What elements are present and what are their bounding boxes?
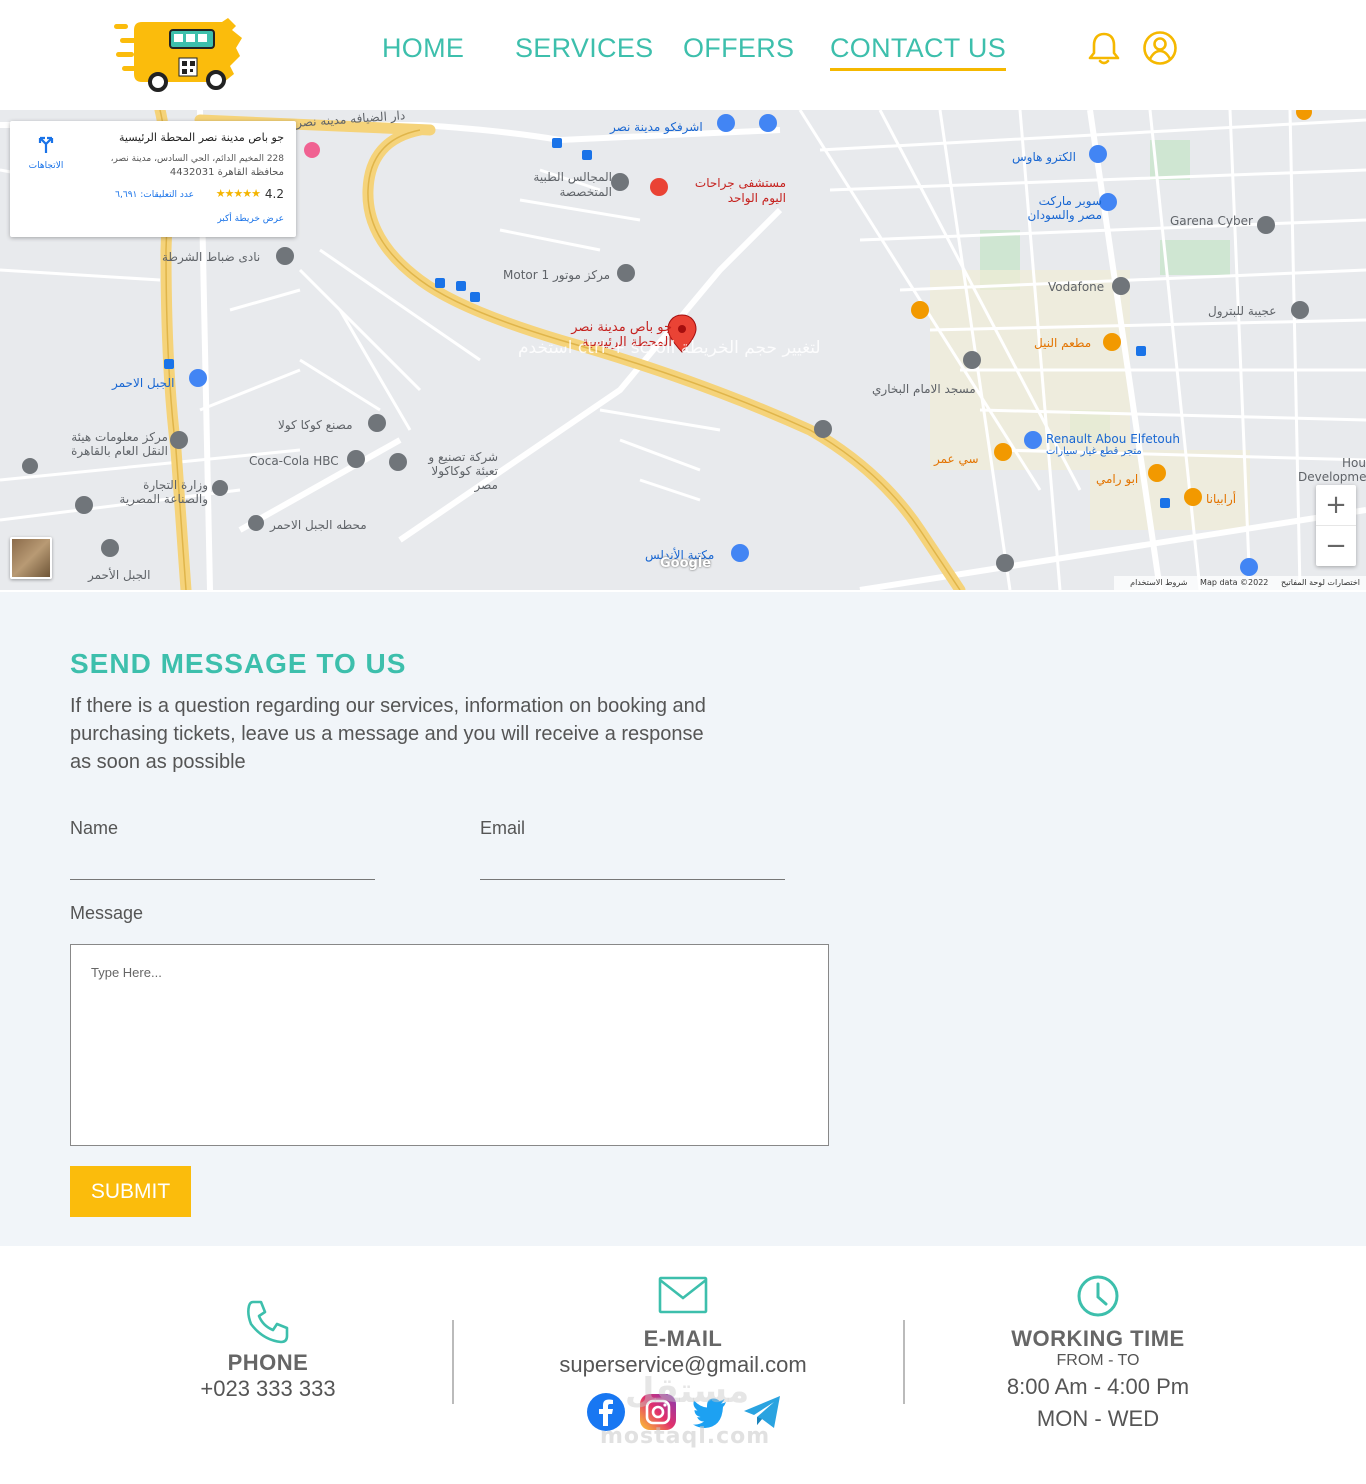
envelope-icon	[658, 1276, 708, 1314]
email-title: E-MAIL	[643, 1326, 723, 1351]
working-hours: 8:00 Am - 4:00 Pm	[1006, 1374, 1190, 1399]
view-larger-map-link[interactable]: عرض خريطة أكبر	[217, 214, 284, 224]
map-label-renault-sub: متجر قطع غيار سيارات	[1046, 446, 1142, 457]
map-label-wizara: وزارة التجارة والصناعة المصرية	[119, 478, 208, 506]
map-data-credit: Map data ©2022	[1200, 578, 1269, 587]
nav-home[interactable]: HOME	[382, 33, 464, 64]
phone-title: PHONE	[227, 1350, 309, 1375]
bell-icon[interactable]	[1086, 30, 1122, 66]
map-label-majalis: المجالس الطبية المتخصصة	[533, 170, 612, 199]
map-label-arabiana: أرابيانا	[1206, 492, 1237, 506]
map-label-nile: مطعم النيل	[1034, 336, 1092, 350]
working-time-from-to: FROM - TO	[1056, 1352, 1140, 1369]
google-logo: Google	[660, 556, 712, 571]
rating-stars-icon: ★★★★★	[215, 187, 261, 200]
place-address-line1: 228 المخيم الدائم، الحي السادس، مدينة نص…	[110, 154, 284, 164]
map-scroll-hint: استخدم ctrl + scroll لتغيير حجم الخريطة	[518, 338, 821, 358]
email-block: E-MAIL superservice@gmail.com	[533, 1276, 833, 1378]
map-label-coca-bottling: شركة تصنيع و تعبئة كوكاكولا مصر	[428, 450, 498, 492]
working-time-title: WORKING TIME	[1011, 1326, 1185, 1351]
phone-value[interactable]: +023 333 333	[168, 1376, 368, 1402]
place-title: جو باص مدينة نصر المحطة الرئيسية	[119, 131, 284, 144]
message-textarea[interactable]	[70, 944, 829, 1146]
embedded-map[interactable]: جو باص مدينة نصر المحطة الرئيسية Motor 1…	[0, 110, 1366, 590]
working-days: MON - WED	[1036, 1406, 1160, 1431]
map-label-super: سوبر ماركت مصر والسودان	[1027, 194, 1102, 222]
reviews-link[interactable]: عدد التعليقات: ٦,٦٩١	[115, 190, 194, 200]
watermark-en: mostaql.com	[600, 1424, 771, 1449]
map-label-garena: Garena Cyber	[1170, 214, 1253, 228]
working-time-block: WORKING TIME FROM - TO 8:00 Am - 4:00 Pm…	[968, 1274, 1228, 1432]
map-label-ajiba: عجيبة للبترول	[1208, 304, 1277, 318]
zoom-in-button[interactable]: +	[1316, 485, 1356, 525]
contact-section: SEND MESSAGE TO US If there is a questio…	[0, 592, 1366, 1246]
nav-services[interactable]: SERVICES	[515, 33, 653, 64]
submit-button[interactable]: SUBMIT	[70, 1166, 191, 1217]
map-label-jabal: الجبل الاحمر	[112, 376, 175, 390]
map-label-coca-factory: مصنع كوكا كولا	[278, 418, 353, 432]
divider-right	[903, 1320, 905, 1404]
name-input[interactable]	[70, 850, 375, 880]
map-label-motor: Motor 1 مركز موتور	[503, 268, 611, 282]
map-label-develop: Developme	[1298, 470, 1366, 484]
user-account-icon[interactable]	[1142, 30, 1178, 66]
clock-icon	[1077, 1275, 1119, 1317]
map-label-coca-hbc: Coca-Cola HBC	[249, 454, 339, 468]
nav-offers[interactable]: OFFERS	[683, 33, 794, 64]
map-label-jabal2: الجبل الأحمر	[88, 568, 151, 582]
map-label-vodafone: Vodafone	[1048, 280, 1105, 294]
email-label: Email	[480, 818, 526, 838]
name-label: Name	[70, 818, 119, 838]
map-terms-link[interactable]: شروط الاستخدام	[1130, 578, 1187, 587]
map-label-bukhari: مسجد الامام البخاري	[872, 382, 976, 396]
divider-left	[452, 1320, 454, 1404]
map-label-sharafco: اشرفكو مدينة نصر	[610, 120, 703, 134]
map-label-aburami: ابو رامي	[1096, 472, 1139, 486]
directions-icon	[38, 136, 54, 153]
map-label-hou: Hou	[1342, 456, 1366, 470]
header: HOME SERVICES OFFERS CONTACT US	[0, 0, 1366, 110]
nav-contact-us[interactable]: CONTACT US	[830, 33, 1007, 71]
map-footer: شروط الاستخدام Map data ©2022 اختصارات ل…	[1114, 576, 1366, 590]
directions-label: الاتجاهات	[28, 161, 64, 171]
map-label-nadi: نادى ضباط الشرطة	[162, 250, 261, 264]
phone-icon	[247, 1300, 289, 1344]
phone-block: PHONE +023 333 333	[168, 1296, 368, 1402]
zoom-out-button[interactable]: −	[1316, 525, 1356, 565]
contact-info-section: PHONE +023 333 333 E-MAIL superservice@g…	[0, 1246, 1366, 1484]
satellite-toggle[interactable]	[10, 537, 52, 579]
watermark-ar: مستقل	[624, 1371, 750, 1411]
message-label: Message	[70, 903, 144, 923]
place-info-card: جو باص مدينة نصر المحطة الرئيسية 228 الم…	[10, 121, 296, 237]
place-rating: 4.2	[264, 187, 284, 201]
map-label-hayna: مركز معلومات هيئة النقل العام بالقاهرة	[71, 430, 168, 458]
section-title: SEND MESSAGE TO US	[70, 648, 407, 679]
map-label-sioumar: سي عمر	[934, 452, 979, 466]
place-address-line2: محافظة القاهرة 4432031	[169, 167, 284, 178]
directions-button[interactable]: الاتجاهات	[24, 133, 68, 171]
section-description: If there is a question regarding our ser…	[70, 695, 706, 773]
map-label-renault: Renault Abou Elfetouh	[1046, 432, 1180, 446]
map-label-hospital: مستشفى جراحات اليوم الواحد	[694, 176, 786, 205]
zoom-controls: + −	[1316, 485, 1356, 566]
keyboard-shortcuts-link[interactable]: اختصارات لوحة المفاتيح	[1281, 578, 1360, 587]
map-label-mahatta: محطه الجبل الاحمر	[270, 518, 367, 532]
email-input[interactable]	[480, 850, 785, 880]
map-label-electro: الكترو هاوس	[1012, 150, 1076, 164]
